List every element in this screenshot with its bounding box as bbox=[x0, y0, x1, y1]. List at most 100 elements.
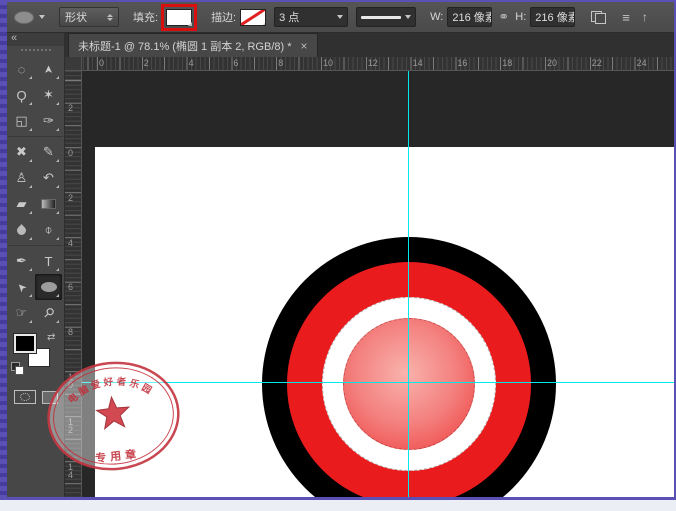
tool-preset-picker[interactable] bbox=[14, 11, 45, 24]
chevron-down-icon bbox=[258, 22, 266, 26]
stroke-width-value: 3 点 bbox=[279, 9, 299, 25]
target-center-gradient-circle bbox=[343, 318, 475, 450]
gradient-tool[interactable] bbox=[35, 191, 62, 217]
h-ruler-number: 10 bbox=[323, 58, 333, 68]
history-brush-tool[interactable]: ↶ bbox=[35, 165, 62, 191]
h-ruler-number: 0 bbox=[99, 58, 104, 68]
ellipse-tool[interactable] bbox=[35, 274, 62, 300]
clone-stamp-tool-icon: ♙ bbox=[16, 170, 28, 186]
hand-tool[interactable]: ☞ bbox=[8, 300, 35, 326]
clone-stamp-tool[interactable]: ♙ bbox=[8, 165, 35, 191]
shape-height-value: 216 像素 bbox=[535, 9, 575, 25]
eraser-tool[interactable]: ▰ bbox=[8, 191, 35, 217]
vertical-guide[interactable] bbox=[408, 71, 409, 497]
stroke-width-field[interactable]: 3 点 bbox=[274, 7, 348, 27]
width-label: W: bbox=[430, 11, 443, 23]
brush-tool[interactable]: ✎ bbox=[35, 139, 62, 165]
healing-brush-tool[interactable]: ✖ bbox=[8, 139, 35, 165]
stroke-color-swatch[interactable] bbox=[240, 9, 266, 26]
v-ruler-number: 1 4 bbox=[68, 463, 73, 479]
document-tab[interactable]: 未标题-1 @ 78.1% (椭圆 1 副本 2, RGB/8) * × bbox=[68, 33, 318, 57]
healing-brush-tool-icon: ✖ bbox=[16, 144, 27, 160]
crop-tool-icon: ◱ bbox=[15, 113, 27, 129]
horizontal-guide[interactable] bbox=[82, 382, 674, 383]
eraser-tool-icon: ▰ bbox=[17, 196, 27, 212]
h-ruler-number: 20 bbox=[547, 58, 557, 68]
height-label: H: bbox=[515, 11, 526, 23]
panel-collapse-button[interactable]: « bbox=[7, 33, 64, 46]
tutorial-highlight-box bbox=[161, 4, 197, 31]
v-ruler-number: 8 bbox=[68, 328, 73, 336]
horizontal-ruler[interactable]: 024681012141618202224 bbox=[82, 57, 674, 71]
switch-colors-icon[interactable]: ⇄ bbox=[47, 332, 55, 343]
double-arrow-collapse-icon: « bbox=[11, 32, 17, 44]
crop-tool[interactable]: ◱ bbox=[8, 108, 35, 134]
stroke-style-select[interactable] bbox=[356, 7, 416, 27]
h-ruler-number: 8 bbox=[278, 58, 283, 68]
type-tool[interactable]: T bbox=[35, 248, 62, 274]
tool-mode-select[interactable]: 形状 bbox=[59, 7, 119, 27]
elliptical-marquee-tool[interactable]: ◌ bbox=[8, 56, 35, 82]
blur-tool[interactable] bbox=[8, 217, 35, 243]
path-selection-tool-icon: ➤ bbox=[14, 279, 30, 295]
v-ruler-number: 2 bbox=[68, 104, 73, 112]
shape-width-value: 216 像素 bbox=[452, 9, 492, 25]
h-ruler-number: 18 bbox=[502, 58, 512, 68]
window-border-bottom bbox=[0, 497, 676, 500]
solid-line-icon bbox=[361, 16, 401, 19]
canvas-viewport[interactable] bbox=[82, 71, 674, 497]
window-border-left bbox=[0, 0, 7, 500]
shape-width-field[interactable]: 216 像素 bbox=[447, 7, 492, 27]
chevron-down-icon bbox=[337, 15, 343, 19]
zoom-tool-icon: ⚲ bbox=[39, 304, 57, 322]
ruler-corner-box[interactable] bbox=[65, 57, 82, 71]
zoom-tool[interactable]: ⚲ bbox=[35, 300, 62, 326]
gradient-tool-icon bbox=[41, 199, 56, 209]
screen-mode-button[interactable] bbox=[42, 391, 58, 404]
path-alignment-icon[interactable]: ≡ bbox=[622, 11, 630, 24]
tool-options-bar: 形状 填充: 描边: 3 点 W: 216 像素 ⚭ H: 216 像 bbox=[2, 2, 674, 33]
lasso-tool-icon: Ϙ bbox=[16, 88, 26, 103]
dodge-tool-icon: ⌽ bbox=[45, 222, 53, 238]
tool-group-divider bbox=[8, 245, 63, 246]
fill-color-swatch[interactable] bbox=[166, 9, 192, 26]
elliptical-marquee-tool-icon: ◌ bbox=[18, 62, 26, 77]
default-colors-icon[interactable] bbox=[11, 362, 24, 374]
blur-tool-icon bbox=[15, 224, 28, 237]
page-background-strip bbox=[0, 500, 676, 511]
v-ruler-number: 4 bbox=[68, 239, 73, 247]
brush-tool-icon: ✎ bbox=[43, 144, 54, 160]
path-operations-icon[interactable] bbox=[591, 11, 606, 24]
tool-group-divider bbox=[8, 136, 63, 137]
type-tool-icon: T bbox=[45, 254, 53, 269]
h-ruler-number: 4 bbox=[189, 58, 194, 68]
pen-tool-icon: ✒ bbox=[16, 253, 27, 269]
h-ruler-number: 6 bbox=[233, 58, 238, 68]
h-ruler-number: 24 bbox=[637, 58, 647, 68]
hand-tool-icon: ☞ bbox=[16, 305, 28, 321]
tab-close-icon[interactable]: × bbox=[301, 41, 308, 51]
magic-wand-tool[interactable]: ✶ bbox=[35, 82, 62, 108]
lasso-tool[interactable]: Ϙ bbox=[8, 82, 35, 108]
ellipse-preset-icon bbox=[14, 11, 34, 24]
path-selection-tool[interactable]: ➤ bbox=[8, 274, 35, 300]
eyedropper-tool[interactable]: ✑ bbox=[35, 108, 62, 134]
link-dimensions-icon[interactable]: ⚭ bbox=[498, 9, 509, 25]
updown-arrows-icon bbox=[107, 14, 113, 21]
document-tab-bar: 未标题-1 @ 78.1% (椭圆 1 副本 2, RGB/8) * × bbox=[65, 33, 674, 57]
v-ruler-number: 1 0 bbox=[68, 373, 73, 389]
shape-height-field[interactable]: 216 像素 bbox=[530, 7, 575, 27]
h-ruler-number: 16 bbox=[457, 58, 467, 68]
panel-grip-handle[interactable] bbox=[7, 46, 64, 54]
move-tool[interactable]: ➤ bbox=[35, 56, 62, 82]
foreground-color-swatch[interactable] bbox=[14, 334, 36, 353]
h-ruler-number: 12 bbox=[368, 58, 378, 68]
ellipse-tool-icon bbox=[41, 282, 57, 292]
vertical-ruler[interactable]: 2024681 01 21 4 bbox=[65, 71, 82, 497]
path-arrange-icon[interactable]: ↑ bbox=[642, 10, 648, 24]
pen-tool[interactable]: ✒ bbox=[8, 248, 35, 274]
move-tool-icon: ➤ bbox=[42, 64, 55, 73]
quick-mask-mode-button[interactable] bbox=[14, 390, 36, 404]
v-ruler-number: 2 bbox=[68, 194, 73, 202]
dodge-tool[interactable]: ⌽ bbox=[35, 217, 62, 243]
